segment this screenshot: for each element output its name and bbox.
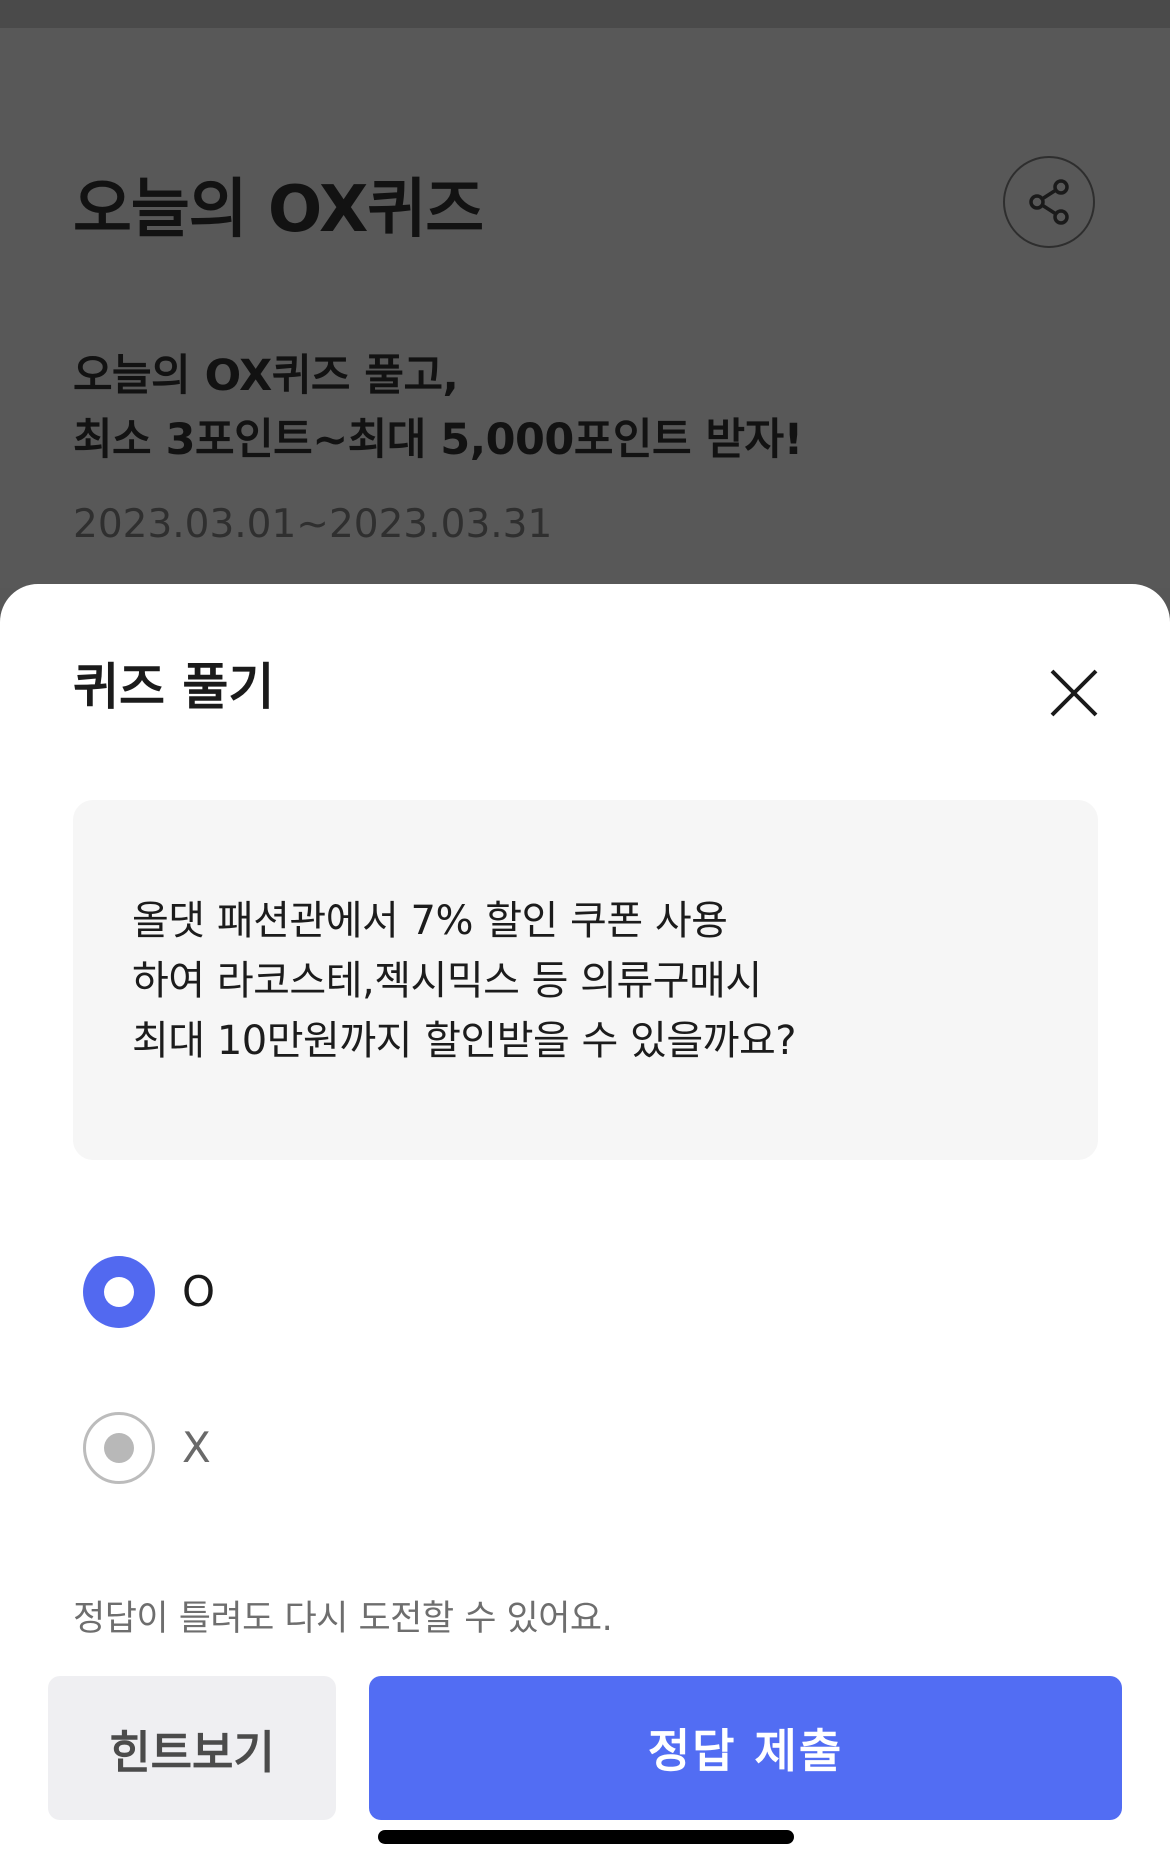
option-x[interactable]: X (83, 1410, 683, 1486)
event-period: 2023.03.01~2023.03.31 (73, 502, 553, 547)
close-button[interactable] (1046, 665, 1102, 721)
share-button[interactable] (1003, 156, 1095, 248)
question-box: 올댓 패션관에서 7% 할인 쿠폰 사용 하여 라코스테,젝시믹스 등 의류구매… (73, 800, 1098, 1160)
promo-text: 오늘의 OX퀴즈 풀고, 최소 3포인트~최대 5,000포인트 받자! (73, 344, 803, 472)
radio-x[interactable] (83, 1412, 155, 1484)
radio-dot (104, 1433, 134, 1463)
promo-line-2: 최소 3포인트~최대 5,000포인트 받자! (73, 415, 803, 465)
close-icon (1050, 669, 1098, 717)
radio-dot (104, 1277, 134, 1307)
hint-button[interactable]: 힌트보기 (48, 1676, 336, 1820)
quiz-bottom-sheet: 퀴즈 풀기 올댓 패션관에서 7% 할인 쿠폰 사용 하여 라코스테,젝시믹스 … (0, 584, 1170, 1866)
promo-line-1: 오늘의 OX퀴즈 풀고, (73, 351, 459, 401)
radio-o-selected[interactable] (83, 1256, 155, 1328)
option-x-label: X (182, 1423, 211, 1472)
submit-answer-button[interactable]: 정답 제출 (369, 1676, 1122, 1820)
question-line-3: 최대 10만원까지 할인받을 수 있을까요? (132, 1018, 797, 1064)
retry-notice: 정답이 틀려도 다시 도전할 수 있어요. (73, 1599, 613, 1639)
option-o-label: O (182, 1267, 216, 1316)
status-bar (0, 0, 1170, 28)
question-line-2: 하여 라코스테,젝시믹스 등 의류구매시 (132, 958, 762, 1004)
question-line-1: 올댓 패션관에서 7% 할인 쿠폰 사용 (132, 898, 728, 944)
option-o[interactable]: O (83, 1254, 683, 1330)
sheet-title: 퀴즈 풀기 (73, 658, 275, 716)
share-icon (1029, 179, 1069, 225)
home-indicator (378, 1830, 794, 1844)
page-title: 오늘의 OX퀴즈 (73, 173, 484, 247)
